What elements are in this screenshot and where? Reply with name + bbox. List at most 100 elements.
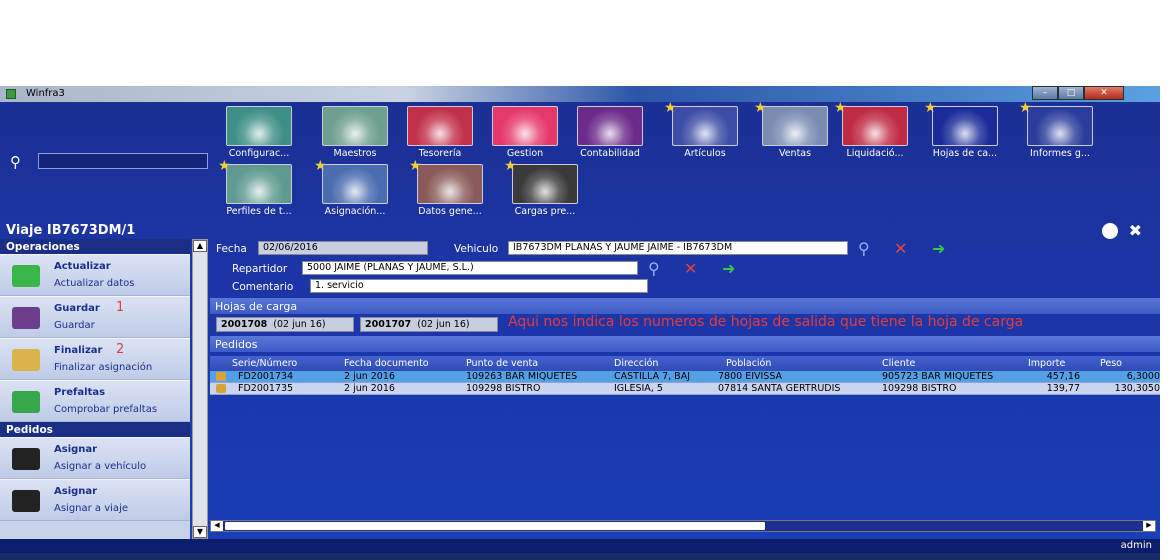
table-cell: 2 jun 2016 [344, 371, 395, 382]
fecha-field[interactable]: 02/06/2016 [258, 241, 428, 255]
favorite-star-icon: ★ [834, 100, 847, 116]
module-label: Gestion [506, 148, 544, 159]
repartidor-label: Repartidor [232, 263, 288, 275]
column-header[interactable]: Fecha documento [344, 358, 429, 369]
column-header[interactable]: Dirección [614, 358, 658, 369]
module-tile[interactable]: Datos gene... ★ [405, 158, 495, 224]
favorite-star-icon: ★ [218, 158, 231, 174]
sidebar-action-finalizar[interactable]: Finalizar Finalizar asignación 2 [0, 338, 190, 380]
scroll-left-arrow-icon[interactable]: ◀ [211, 521, 223, 531]
title-bar: Winfra3 – □ ✕ [0, 86, 1160, 102]
module-tree-icon [226, 164, 292, 204]
column-header[interactable]: Población [726, 358, 771, 369]
clear-icon[interactable]: ✕ [894, 239, 907, 258]
module-label: Perfiles de t... [226, 206, 292, 217]
pedidos-header: Pedidos [210, 336, 1160, 352]
search-input[interactable] [38, 153, 208, 169]
module-tree-icon [407, 106, 473, 146]
check-icon [12, 391, 40, 413]
module-tree-icon [932, 106, 998, 146]
action-title: Actualizar [54, 261, 111, 272]
comentario-field[interactable]: 1. servicio [310, 279, 648, 293]
module-tile[interactable]: Liquidació... ★ [830, 100, 920, 166]
truck-icon [12, 448, 40, 470]
action-subtitle: Asignar a vehículo [54, 461, 147, 472]
hoja-chip[interactable]: 2001707 (02 jun 16) [360, 317, 498, 332]
horizontal-scrollbar[interactable]: ◀ ▶ [210, 520, 1156, 532]
module-tile[interactable]: Ventas ★ [750, 100, 840, 166]
favorite-star-icon: ★ [924, 100, 937, 116]
go-arrow-icon[interactable]: ➜ [722, 259, 735, 278]
clear-icon[interactable]: ✕ [684, 259, 697, 278]
table-cell: FD2001734 [238, 371, 294, 382]
vehiculo-field[interactable]: IB7673DM PLANAS Y JAUME JAIME - IB7673DM [508, 241, 848, 255]
module-tree-icon [226, 106, 292, 146]
repartidor-field[interactable]: 5000 JAIME (PLANAS Y JAUME, S.L.) [302, 261, 638, 275]
column-header[interactable]: Peso [1100, 358, 1122, 369]
sidebar-action-actualizar[interactable]: Actualizar Actualizar datos [0, 254, 190, 296]
module-tile[interactable]: Maestros [310, 106, 400, 166]
module-tree-icon [1027, 106, 1093, 146]
go-arrow-icon[interactable]: ➜ [932, 239, 945, 258]
module-label: Asignación... [324, 206, 386, 217]
sidebar-section-pedidos: Pedidos [0, 422, 190, 437]
column-header[interactable]: Cliente [882, 358, 915, 369]
action-title: Prefaltas [54, 387, 106, 398]
action-title: Guardar [54, 303, 100, 314]
search-icon[interactable]: ⚲ [858, 239, 870, 258]
action-subtitle: Comprobar prefaltas [54, 404, 158, 415]
annotation-note: Aqui nos indica los numeros de hojas de … [508, 314, 1024, 330]
column-header[interactable]: Importe [1028, 358, 1065, 369]
hoja-chip[interactable]: 2001708 (02 jun 16) [216, 317, 354, 332]
module-tile[interactable]: Contabilidad [565, 106, 655, 166]
app-icon [6, 89, 16, 99]
search-icon[interactable]: ⚲ [648, 259, 660, 278]
sidebar-action-asignar[interactable]: Asignar Asignar a viaje [0, 479, 190, 521]
table-row[interactable]: FD2001734 2 jun 2016 109263 BAR MIQUETES CA… [210, 371, 1160, 383]
module-tile[interactable]: Hojas de ca... ★ [920, 100, 1010, 166]
action-title: Asignar [54, 486, 98, 497]
module-tile[interactable]: Cargas pre... ★ [500, 158, 590, 224]
minimize-button[interactable]: – [1032, 86, 1058, 100]
action-subtitle: Asignar a viaje [54, 503, 128, 514]
module-tile[interactable]: Perfiles de t... ★ [214, 158, 304, 224]
search-icon[interactable]: ⚲ [10, 153, 30, 173]
module-tile[interactable]: Tesorería [395, 106, 485, 166]
module-tile[interactable]: Asignación... ★ [310, 158, 400, 224]
module-tree-icon [322, 106, 388, 146]
module-label: Artículos [684, 148, 726, 159]
table-cell: 109298 BISTRO [466, 383, 541, 394]
module-tile[interactable]: Gestion [480, 106, 570, 166]
module-tree-icon [577, 106, 643, 146]
module-tile[interactable]: Informes g... ★ [1015, 100, 1105, 166]
scroll-down-arrow-icon[interactable]: ▼ [193, 526, 207, 538]
module-tile[interactable]: Artículos ★ [660, 100, 750, 166]
scrollbar-thumb[interactable] [225, 522, 765, 530]
maximize-button[interactable]: □ [1058, 86, 1084, 100]
column-header[interactable]: Punto de venta [466, 358, 538, 369]
main-panel: Fecha 02/06/2016 Vehiculo IB7673DM PLANA… [210, 239, 1160, 539]
table-cell: CASTILLA 7, BAJ [614, 371, 690, 382]
user-label: admin [1120, 540, 1152, 551]
close-button[interactable]: ✕ [1084, 86, 1124, 100]
sidebar-action-prefaltas[interactable]: Prefaltas Comprobar prefaltas [0, 380, 190, 422]
sidebar-action-asignar[interactable]: Asignar Asignar a vehículo [0, 437, 190, 479]
page-header: Viaje IB7673DM/1 ✖ [0, 221, 1160, 241]
sidebar-action-guardar[interactable]: Guardar Guardar 1 [0, 296, 190, 338]
scroll-up-arrow-icon[interactable]: ▲ [193, 240, 207, 252]
table-cell: 109298 BISTRO [882, 383, 957, 394]
scroll-right-arrow-icon[interactable]: ▶ [1143, 521, 1155, 531]
module-label: Cargas pre... [514, 206, 576, 217]
module-tree-icon [322, 164, 388, 204]
sidebar-scrollbar[interactable]: ▲ ▼ [192, 239, 208, 539]
module-label: Informes g... [1030, 148, 1090, 159]
module-tree-icon [512, 164, 578, 204]
table-row[interactable]: FD2001735 2 jun 2016 109298 BISTRO IGLESIA,… [210, 383, 1160, 395]
lock-icon [216, 372, 226, 381]
circle-icon[interactable] [1102, 223, 1118, 239]
app-window: Winfra3 – □ ✕ ⚲ Configurac... Maestros Tes… [0, 86, 1160, 560]
close-panel-icon[interactable]: ✖ [1129, 221, 1142, 240]
column-header[interactable]: Serie/Número [232, 358, 297, 369]
table-cell: 6,3000 [1126, 371, 1160, 382]
module-tile[interactable]: Configurac... [214, 106, 304, 166]
